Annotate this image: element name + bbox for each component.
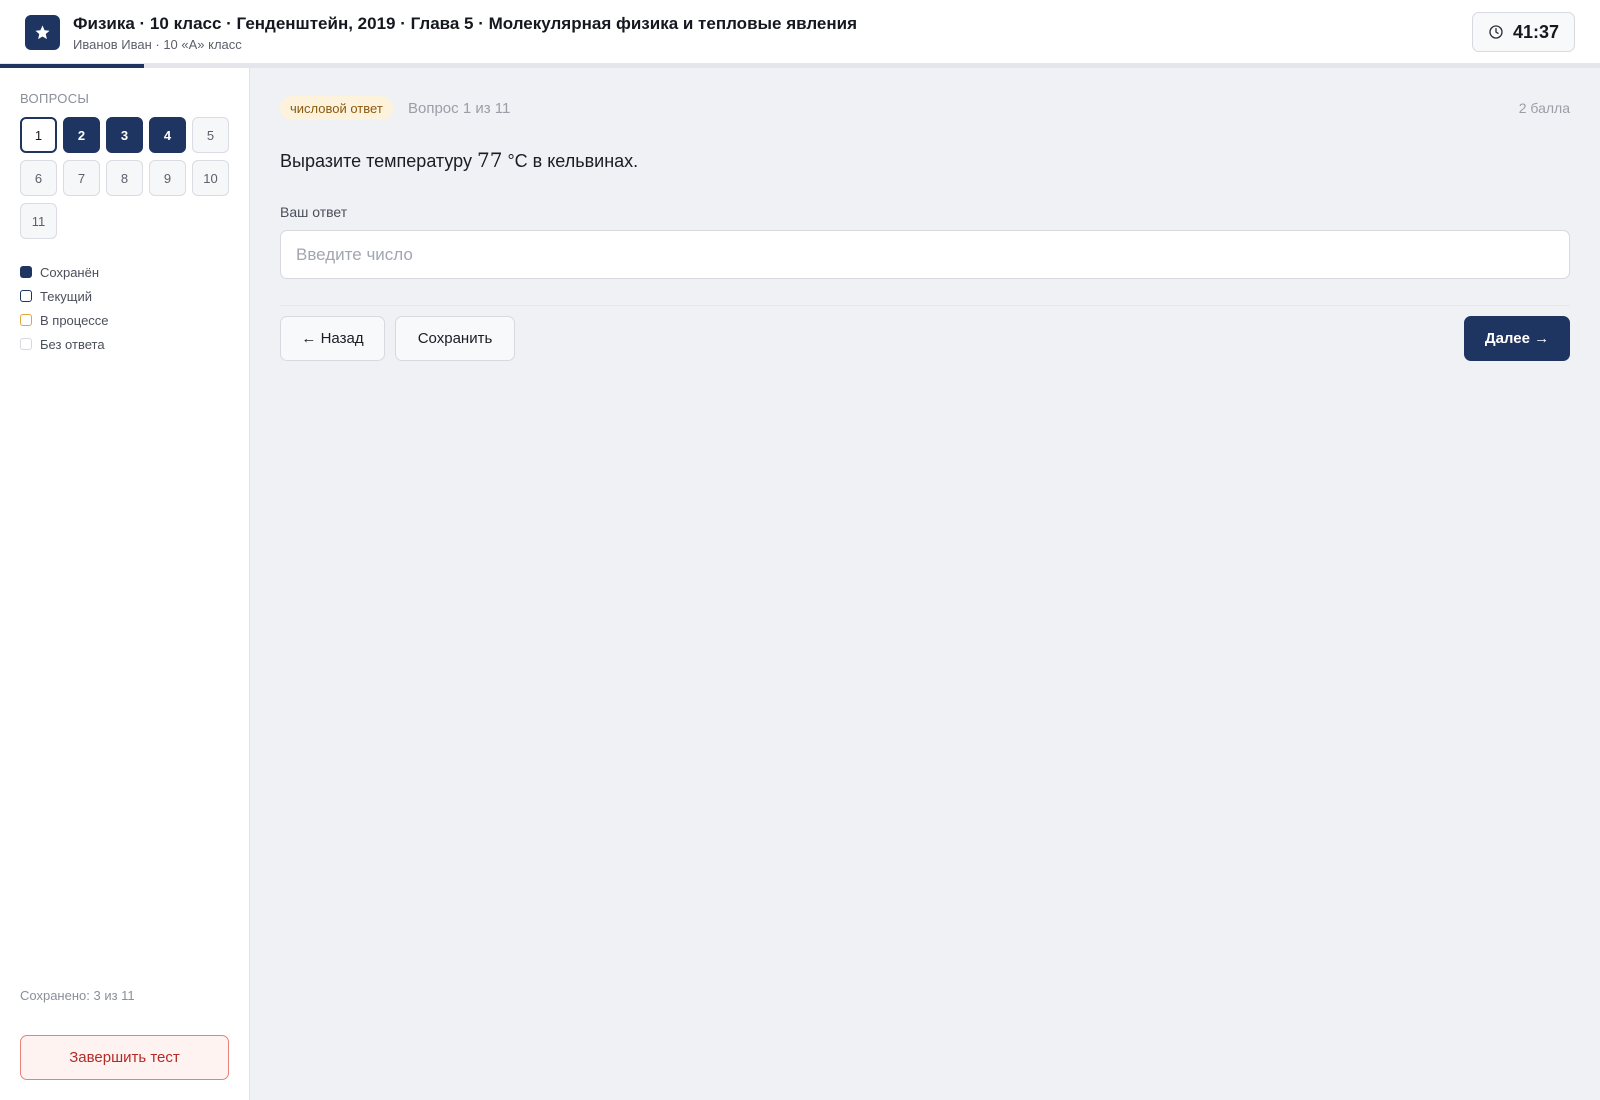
page-title: Физика · 10 класс · Генденштейн, 2019 · … — [73, 14, 858, 33]
finish-test-button[interactable]: Завершить тест — [20, 1035, 229, 1080]
question-nav-7[interactable]: 7 — [63, 160, 100, 196]
divider — [280, 305, 1570, 306]
status-legend: Сохранён Текущий В процессе Без ответа — [20, 260, 109, 356]
answer-label: Ваш ответ — [280, 204, 348, 220]
next-button[interactable]: Далее → — [1464, 316, 1570, 361]
timer-value: 41:37 — [1512, 21, 1560, 42]
legend-saved: Сохранён — [20, 260, 109, 284]
question-nav-11[interactable]: 11 — [20, 203, 57, 239]
question-nav-5[interactable]: 5 — [192, 117, 229, 153]
question-sidebar: ВОПРОСЫ 1 2 3 4 5 6 7 8 9 10 11 Сохранён Текущий В… — [0, 68, 250, 1100]
question-nav-3[interactable]: 3 — [106, 117, 143, 153]
legend-label: Без ответа — [40, 336, 105, 352]
question-type-badge: числовой ответ — [280, 96, 393, 120]
legend-label: Текущий — [40, 288, 92, 304]
question-nav-1[interactable]: 1 — [20, 117, 57, 153]
clock-icon — [1489, 25, 1503, 39]
legend-no-answer: Без ответа — [20, 332, 109, 356]
saved-count: Сохранено: 3 из 11 — [20, 988, 135, 1003]
star-icon — [35, 25, 50, 40]
timer: 41:37 — [1472, 12, 1575, 52]
question-text-after: в кельвинах. — [527, 151, 639, 171]
legend-in-progress: В процессе — [20, 308, 109, 332]
current-swatch — [20, 290, 32, 302]
student-info: Иванов Иван · 10 «А» класс — [73, 37, 242, 52]
question-text: Выразите температуру 77 °C в кельвинах. — [280, 148, 638, 172]
question-nav-2[interactable]: 2 — [63, 117, 100, 153]
question-math-value: 77 — [477, 148, 503, 172]
question-nav-4[interactable]: 4 — [149, 117, 186, 153]
answer-input[interactable] — [280, 230, 1570, 279]
question-nav-10[interactable]: 10 — [192, 160, 229, 196]
saved-swatch — [20, 266, 32, 278]
questions-heading: ВОПРОСЫ — [20, 91, 90, 106]
app-logo — [25, 15, 60, 50]
no-answer-swatch — [20, 338, 32, 350]
back-button[interactable]: ← Назад — [280, 316, 385, 361]
question-points: 2 балла — [1518, 100, 1570, 116]
question-nav-8[interactable]: 8 — [106, 160, 143, 196]
legend-current: Текущий — [20, 284, 109, 308]
save-button[interactable]: Сохранить — [395, 316, 515, 361]
in-progress-swatch — [20, 314, 32, 326]
legend-label: В процессе — [40, 312, 109, 328]
legend-label: Сохранён — [40, 264, 100, 280]
question-number: Вопрос 1 из 11 — [408, 100, 511, 117]
question-unit: °C — [502, 151, 528, 171]
question-nav-6[interactable]: 6 — [20, 160, 57, 196]
question-text-before: Выразите температуру — [280, 151, 477, 171]
question-panel: числовой ответ Вопрос 1 из 11 2 балла Вы… — [250, 68, 1600, 1100]
top-header: Физика · 10 класс · Генденштейн, 2019 · … — [0, 0, 1600, 68]
question-nav-9[interactable]: 9 — [149, 160, 186, 196]
